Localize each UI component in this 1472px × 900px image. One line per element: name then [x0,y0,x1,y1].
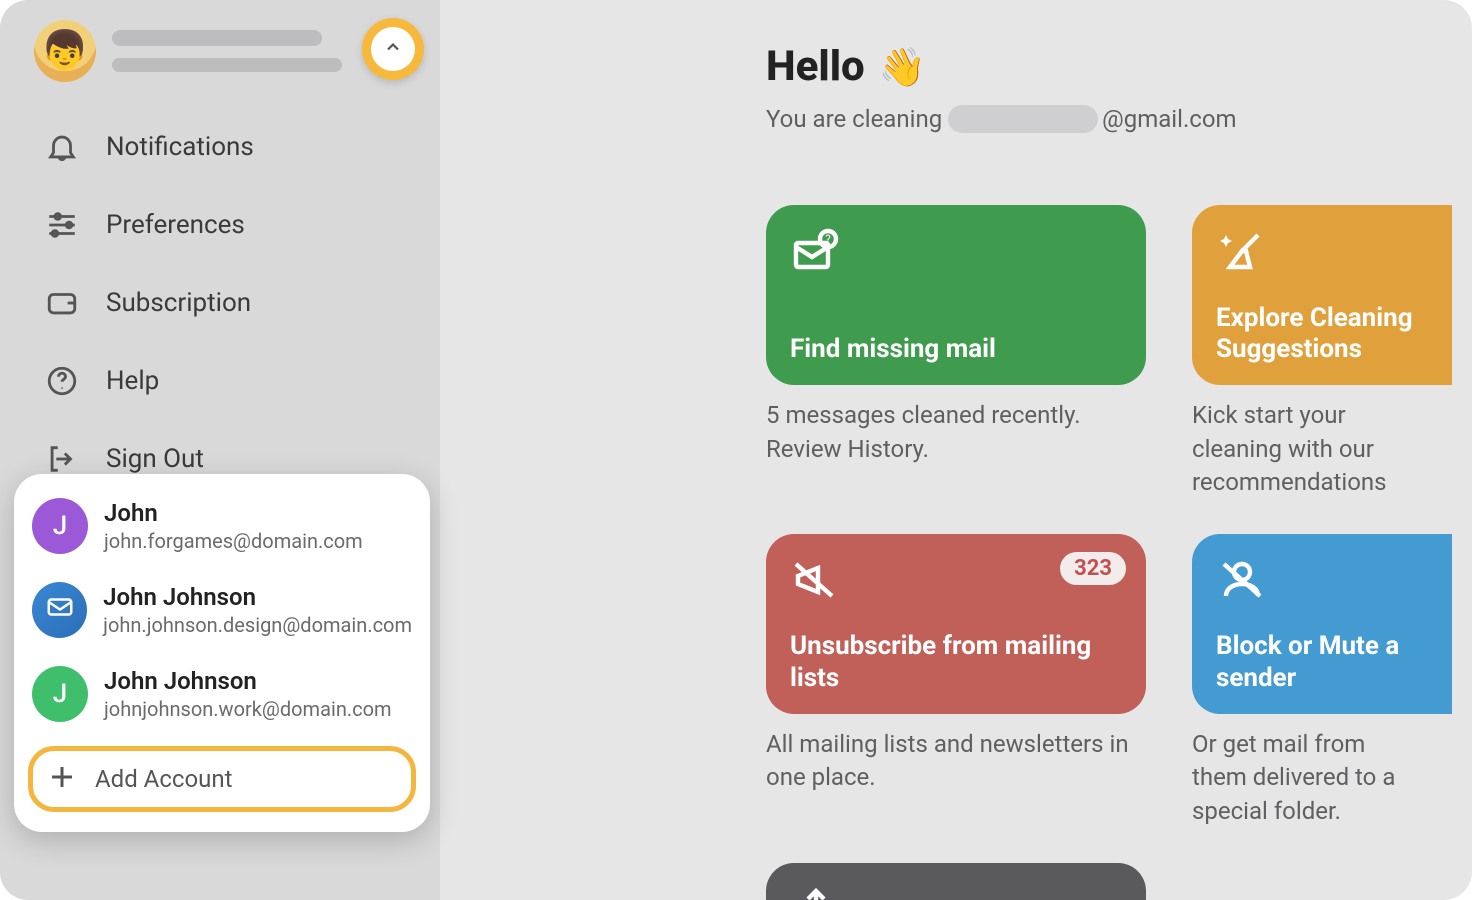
account-avatar: J [32,498,88,554]
account-name: John Johnson [103,583,412,611]
account-initial: J [53,511,67,541]
mail-icon [45,592,75,629]
signout-icon [42,442,82,476]
profile-email-placeholder [112,58,342,72]
card-badge: 323 [1060,552,1126,585]
sidebar-item-subscription[interactable]: Subscription [36,264,430,342]
avatar: 👦 [34,20,96,82]
user-off-icon [1216,554,1268,606]
account-avatar: J [32,666,88,722]
sidebar-item-notifications[interactable]: Notifications [36,108,430,186]
profile-header[interactable]: 👦 [0,0,440,90]
subtitle-prefix: You are cleaning [766,105,942,133]
account-initial: J [53,679,67,709]
wallet-icon [42,286,82,320]
account-name: John Johnson [104,667,392,695]
missing-mail-icon: ? [790,225,842,277]
subtitle-suffix: @gmail.com [1102,105,1236,133]
sidebar-item-preferences[interactable]: Preferences [36,186,430,264]
account-name: John [104,499,363,527]
card-title: Explore Cleaning Suggestions [1216,303,1428,365]
sidebar-item-label: Sign Out [106,444,204,474]
svg-text:?: ? [825,232,831,246]
account-item[interactable]: John Johnson john.johnson.design@domain.… [14,568,430,652]
profile-name-placeholder [112,30,322,46]
add-account-label: Add Account [95,765,232,793]
accounts-popover: J John john.forgames@domain.com John Joh… [14,474,430,832]
chevron-up-icon [383,37,403,61]
share-arrows-icon [790,883,842,900]
plus-icon [47,762,77,796]
account-avatar [32,582,87,638]
email-redacted [948,105,1098,133]
card-desc: Kick start your cleaning with our recomm… [1192,399,1422,500]
card-desc: 5 messages cleaned recently. Review Hist… [766,399,1146,466]
card-unsubscribe[interactable]: 323 Unsubscribe from mailing lists [766,534,1146,714]
card-desc: All mailing lists and newsletters in one… [766,728,1146,795]
sidebar-item-label: Notifications [106,132,254,162]
card-find-missing-mail[interactable]: ? Find missing mail [766,205,1146,385]
help-icon [42,364,82,398]
sidebar-item-help[interactable]: Help [36,342,430,420]
account-email: johnjohnson.work@domain.com [104,697,392,721]
page-subtitle: You are cleaning @gmail.com [766,105,1472,133]
sliders-icon [42,208,82,242]
megaphone-off-icon [790,554,842,606]
account-email: john.johnson.design@domain.com [103,613,412,637]
bell-icon [42,130,82,164]
sidebar-item-label: Help [106,366,159,396]
page-title: Hello [766,42,865,91]
card-desc: Or get mail from them delivered to a spe… [1192,728,1422,829]
card-block-mute[interactable]: Block or Mute a sender [1192,534,1452,714]
card-title: Block or Mute a sender [1216,631,1428,693]
card-extra[interactable] [766,863,1146,900]
sidebar: 👦 Notifications [0,0,440,900]
sidebar-item-label: Subscription [106,288,251,318]
main-content: Hello 👋 You are cleaning @gmail.com ? Fi… [440,0,1472,900]
wave-emoji: 👋 [879,46,926,90]
sidebar-item-label: Preferences [106,210,245,240]
sidebar-menu: Notifications Preferences Subscription H… [0,90,440,498]
card-explore-suggestions[interactable]: Explore Cleaning Suggestions [1192,205,1452,385]
sparkle-broom-icon [1216,225,1268,277]
account-item[interactable]: J John john.forgames@domain.com [14,484,430,568]
account-item[interactable]: J John Johnson johnjohnson.work@domain.c… [14,652,430,736]
add-account-button[interactable]: Add Account [28,746,416,812]
card-title: Find missing mail [790,334,1122,365]
collapse-button[interactable] [362,18,424,80]
account-email: john.forgames@domain.com [104,529,363,553]
card-title: Unsubscribe from mailing lists [790,631,1122,693]
